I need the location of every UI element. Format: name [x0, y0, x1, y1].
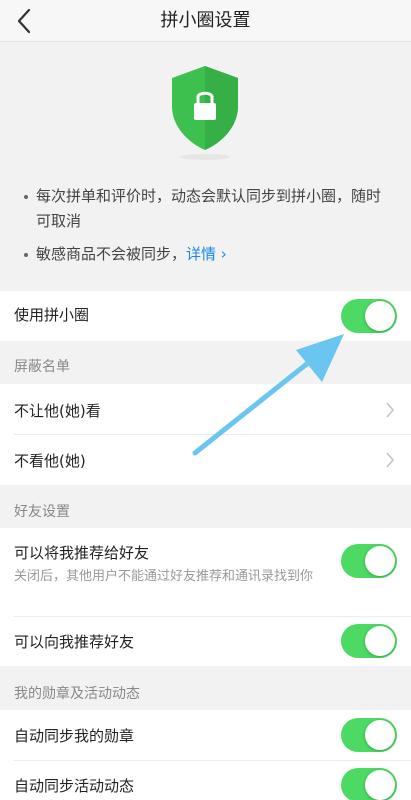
- blocklist-item-label: 不让他(她)看: [14, 402, 101, 420]
- section-header-badges: 我的勋章及活动动态: [14, 686, 140, 702]
- recommend-to-me-label: 可以向我推荐好友: [14, 633, 135, 651]
- shield-shadow: [180, 154, 230, 160]
- sync-badges-row[interactable]: 自动同步我的勋章: [0, 710, 411, 761]
- blocklist-item-hide-from[interactable]: 不让他(她)看: [0, 384, 411, 435]
- toggle-knob: [365, 770, 395, 800]
- sync-badges-toggle[interactable]: [341, 718, 397, 752]
- page-title: 拼小圈设置: [160, 10, 251, 31]
- section-header-friends: 好友设置: [14, 504, 70, 520]
- sync-activity-row[interactable]: 自动同步活动动态: [0, 761, 411, 800]
- recommend-me-description: 关闭后，其他用户不能通过好友推荐和通讯录找到你: [14, 569, 314, 584]
- toggle-knob: [365, 301, 395, 331]
- section-header-blocklist: 屏蔽名单: [14, 359, 70, 375]
- info-bullets: 每次拼单和评价时，动态会默认同步到拼小圈，随时可取消 敏感商品不会被同步，详情 …: [24, 184, 384, 267]
- navigation-bar: 拼小圈设置: [0, 0, 411, 42]
- recommend-me-row[interactable]: 可以将我推荐给好友 关闭后，其他用户不能通过好友推荐和通讯录找到你: [0, 528, 411, 617]
- toggle-knob: [365, 720, 395, 750]
- privacy-info-panel: 每次拼单和评价时，动态会默认同步到拼小圈，随时可取消 敏感商品不会被同步，详情 …: [0, 43, 411, 275]
- sync-activity-label: 自动同步活动动态: [14, 777, 135, 795]
- info-bullet-sensitive: 敏感商品不会被同步，详情 ›: [24, 242, 384, 267]
- shield-lock-icon: [172, 66, 238, 150]
- info-bullet-sync: 每次拼单和评价时，动态会默认同步到拼小圈，随时可取消: [24, 184, 384, 234]
- recommend-to-me-toggle[interactable]: [341, 624, 397, 658]
- recommend-to-me-row[interactable]: 可以向我推荐好友: [0, 617, 411, 666]
- blocklist-item-dont-see[interactable]: 不看他(她): [0, 435, 411, 485]
- use-circle-label: 使用拼小圈: [14, 306, 90, 324]
- recommend-me-toggle[interactable]: [341, 544, 397, 578]
- chevron-right-icon: [386, 402, 395, 418]
- toggle-knob: [365, 626, 395, 656]
- details-link[interactable]: 详情 ›: [186, 245, 227, 263]
- chevron-right-icon: [386, 452, 395, 468]
- blocklist-item-label: 不看他(她): [14, 452, 86, 470]
- sync-badges-label: 自动同步我的勋章: [14, 727, 135, 745]
- use-circle-row[interactable]: 使用拼小圈: [0, 291, 411, 341]
- toggle-knob: [365, 546, 395, 576]
- recommend-me-label: 可以将我推荐给好友: [14, 544, 150, 562]
- info-bullet-sensitive-text: 敏感商品不会被同步，: [36, 245, 187, 263]
- sync-activity-toggle[interactable]: [341, 768, 397, 800]
- use-circle-toggle[interactable]: [341, 299, 397, 333]
